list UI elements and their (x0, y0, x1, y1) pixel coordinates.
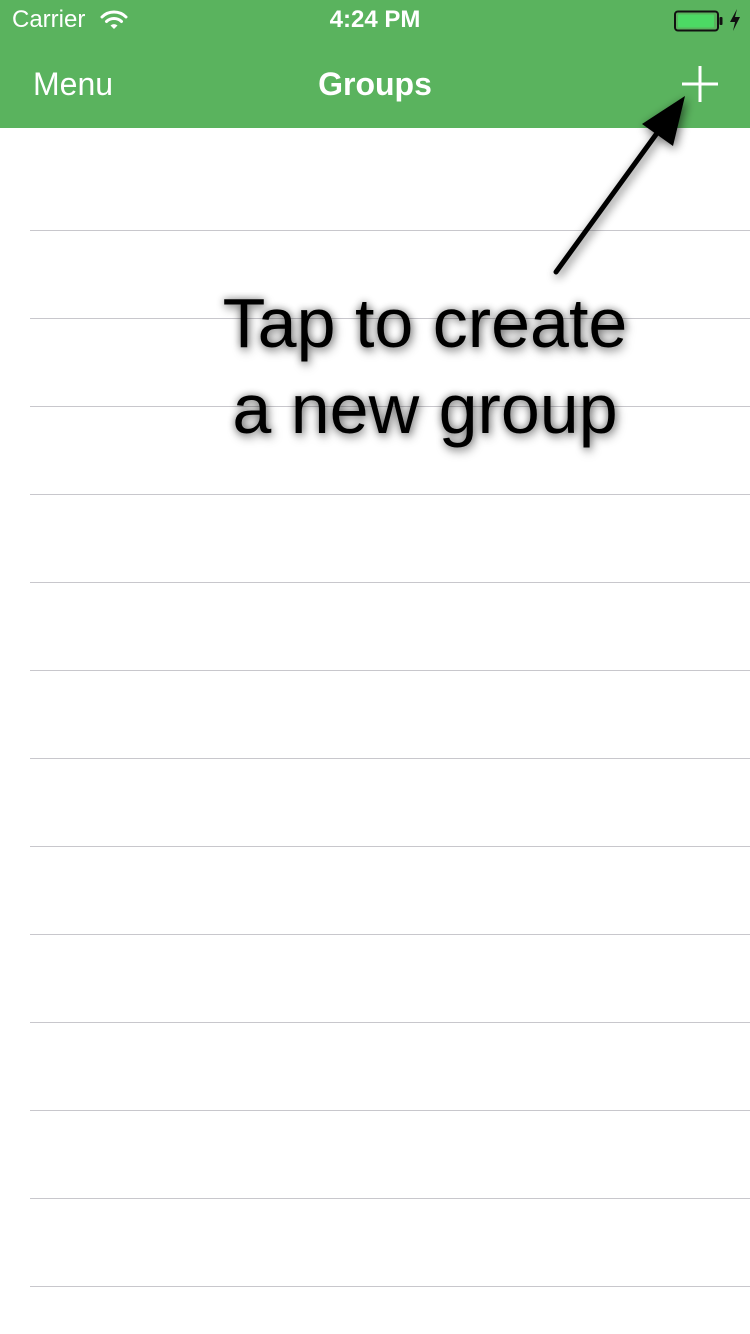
list-row (30, 759, 750, 847)
battery-icon (674, 10, 723, 32)
list-row (30, 935, 750, 1023)
list-row (30, 1199, 750, 1287)
list-row (30, 847, 750, 935)
tip-arrow-icon (553, 96, 685, 275)
list-row (30, 1023, 750, 1111)
tip-line: Tap to create (222, 284, 628, 362)
status-bar: Carrier 4:24 PM (0, 0, 750, 40)
list-row (30, 671, 750, 759)
status-time: 4:24 PM (329, 6, 421, 33)
list-row (30, 583, 750, 671)
charging-bolt-icon (730, 9, 740, 31)
menu-button[interactable]: Menu (33, 64, 113, 104)
list-row (30, 1111, 750, 1199)
tip-line: a new group (232, 370, 618, 448)
list-row (30, 495, 750, 583)
tip-text: Tap to create a new group (200, 280, 650, 452)
